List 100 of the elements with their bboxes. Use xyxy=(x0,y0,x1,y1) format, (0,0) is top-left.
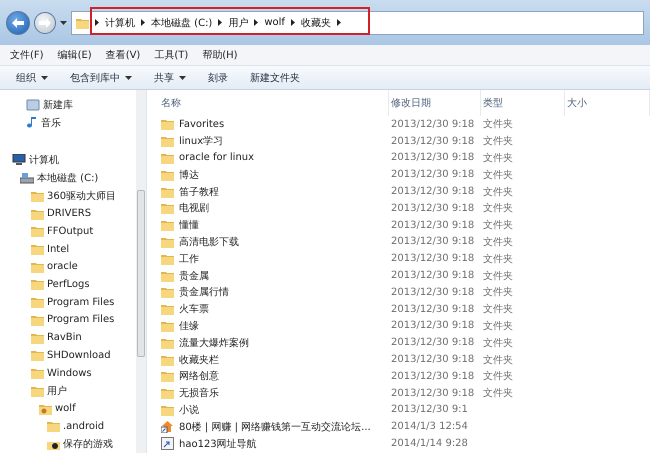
nav-item[interactable]: 保存的游戏 xyxy=(63,437,113,452)
type-cell-text: 文件夹 xyxy=(483,118,514,132)
type-cell-text: 文件夹 xyxy=(483,168,514,182)
chevron-icon xyxy=(141,19,145,26)
nav-item[interactable]: 音乐 xyxy=(41,116,61,130)
folder-icon xyxy=(47,420,60,432)
column-header[interactable]: 名称 xyxy=(159,90,389,116)
file-name[interactable]: 网络创意 xyxy=(179,369,219,384)
menu-item[interactable]: 查看(V) xyxy=(106,48,140,62)
file-name[interactable]: 贵金属 xyxy=(179,268,209,283)
left-arrow-icon xyxy=(12,18,24,28)
type-cell-text: 文件夹 xyxy=(483,386,514,400)
menu-item[interactable]: 帮助(H) xyxy=(202,48,238,62)
file-name[interactable]: 博达 xyxy=(179,168,199,182)
date-cell-text: 2013/12/30 9:18 xyxy=(391,152,476,164)
folder-icon xyxy=(31,349,44,362)
scrollbar[interactable] xyxy=(136,90,146,453)
shortcut-icon xyxy=(161,437,174,450)
nav-item[interactable]: 新建库 xyxy=(43,98,73,112)
folder-icon xyxy=(161,320,174,332)
file-name[interactable]: 收藏夹栏 xyxy=(179,352,219,367)
nav-item[interactable]: 计算机 xyxy=(29,153,59,168)
file-name[interactable]: 懂懂 xyxy=(179,218,199,232)
nav-item[interactable]: FFOutput xyxy=(47,226,94,237)
breadcrumb[interactable]: 用户 xyxy=(228,16,248,30)
nav-item[interactable]: wolf xyxy=(55,403,76,414)
nav-item[interactable]: oracle xyxy=(47,261,78,272)
chevron-icon xyxy=(336,19,341,26)
breadcrumb[interactable]: 计算机 xyxy=(105,16,135,30)
type-cell-text: 文件夹 xyxy=(483,302,514,316)
breadcrumb[interactable]: wolf xyxy=(264,17,285,28)
file-name[interactable]: linux学习 xyxy=(179,134,224,148)
nav-item[interactable]: Intel xyxy=(47,244,70,254)
nav-item[interactable]: Windows xyxy=(47,368,92,379)
nav-item[interactable]: Program Files xyxy=(47,296,114,308)
file-name[interactable]: 火车票 xyxy=(179,302,209,316)
folder-icon xyxy=(161,336,174,349)
folder-icon xyxy=(161,404,174,416)
back-button[interactable] xyxy=(6,10,30,34)
file-name[interactable]: 贵金属行情 xyxy=(179,285,229,300)
chevron-icon xyxy=(95,19,99,26)
column-header[interactable]: 修改日期 xyxy=(389,90,481,116)
file-name[interactable]: oracle for linux xyxy=(179,152,254,164)
date-cell-text: 2013/12/30 9:18 xyxy=(391,236,476,248)
nav-item[interactable]: PerfLogs xyxy=(47,278,90,290)
menu-item[interactable]: 编辑(E) xyxy=(58,48,92,62)
file-name[interactable]: 电视剧 xyxy=(179,201,209,216)
date-cell-text: 2013/12/30 9:18 xyxy=(391,136,476,147)
folder-icon xyxy=(161,152,174,164)
folder-icon xyxy=(31,190,44,202)
date-cell-text: 2013/12/30 9:18 xyxy=(391,220,476,231)
menu-item[interactable]: 文件(F) xyxy=(10,48,44,62)
date-cell-text: 2013/12/30 9:18 xyxy=(391,169,476,180)
type-cell-text: 文件夹 xyxy=(483,286,514,300)
house-shortcut-icon xyxy=(161,420,174,434)
music-note-icon xyxy=(26,116,38,130)
folder-icon xyxy=(161,252,174,265)
nav-item[interactable]: .android xyxy=(63,420,104,432)
type-cell-text: 文件夹 xyxy=(483,336,514,350)
date-cell-text: 2013/12/30 9:18 xyxy=(391,354,476,366)
date-cell-text: 2014/1/14 9:28 xyxy=(391,438,469,450)
toolbar-button[interactable]: 新建文件夹 xyxy=(250,70,300,84)
date-cell-text: 2013/12/30 9:18 xyxy=(391,270,476,282)
folder-icon xyxy=(161,387,174,400)
location-folder-icon xyxy=(76,16,89,28)
file-name[interactable]: 无损音乐 xyxy=(179,386,219,400)
file-name[interactable]: 佳缘 xyxy=(179,318,199,333)
column-header[interactable]: 类型 xyxy=(481,90,565,116)
nav-item[interactable]: Program Files xyxy=(47,314,114,326)
toolbar-button[interactable]: 共享 xyxy=(154,70,186,84)
folder-icon xyxy=(31,332,44,344)
breadcrumb[interactable]: 收藏夹 xyxy=(300,16,331,30)
nav-item[interactable]: SHDownload xyxy=(47,350,111,361)
drive-icon xyxy=(20,172,34,184)
file-name[interactable]: 小说 xyxy=(179,402,199,417)
file-name[interactable]: 笛子教程 xyxy=(179,184,219,199)
chevron-icon xyxy=(218,19,222,26)
breadcrumb[interactable]: 本地磁盘 (C:) xyxy=(151,16,212,30)
type-cell-text: 文件夹 xyxy=(483,252,514,266)
forward-button[interactable] xyxy=(34,12,56,34)
file-name[interactable]: hao123网址导航 xyxy=(179,436,257,451)
menu-item[interactable]: 工具(T) xyxy=(154,48,188,62)
file-name[interactable]: 工作 xyxy=(179,252,199,266)
nav-item[interactable]: 用户 xyxy=(47,384,67,398)
folder-icon xyxy=(161,370,174,382)
nav-item[interactable]: RavBin xyxy=(47,332,82,344)
file-name[interactable]: Favorites xyxy=(179,118,224,130)
folder-icon xyxy=(161,303,174,316)
computer-icon xyxy=(12,154,26,166)
toolbar-button[interactable]: 刻录 xyxy=(208,70,228,84)
nav-item[interactable]: 本地磁盘 (C:) xyxy=(37,171,98,186)
file-name[interactable]: 80楼 | 网赚 | 网络赚钱第一互动交流论坛... xyxy=(179,420,371,434)
user-folder-icon xyxy=(39,402,52,415)
file-name[interactable]: 高清电影下载 xyxy=(179,234,239,249)
toolbar-button[interactable]: 包含到库中 xyxy=(70,70,132,84)
toolbar-button[interactable]: 组织 xyxy=(16,70,48,84)
file-name[interactable]: 流量大爆炸案例 xyxy=(179,336,249,350)
nav-item[interactable]: DRIVERS xyxy=(47,208,92,220)
nav-item[interactable]: 360驱动大师目 xyxy=(47,188,116,203)
column-header[interactable]: 大小 xyxy=(565,90,650,116)
